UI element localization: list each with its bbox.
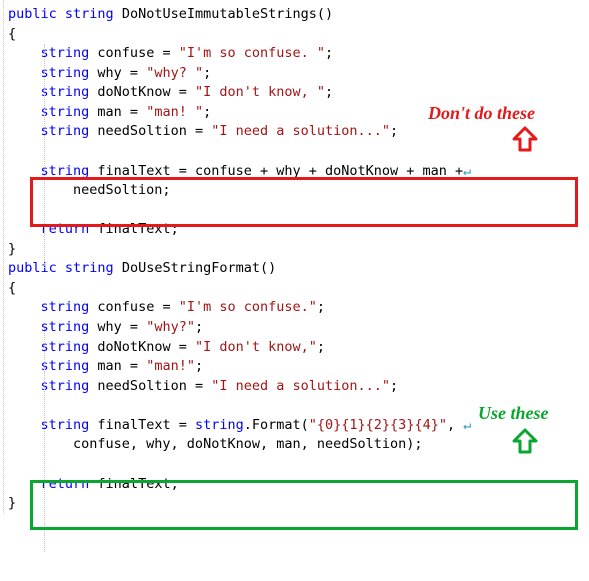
highlight-box-dont: [30, 177, 578, 227]
code-text: ;: [325, 84, 333, 100]
brace-close: }: [8, 495, 16, 511]
wrap-glyph: ↵: [463, 417, 471, 433]
keyword-string: string: [41, 45, 90, 61]
keyword-string: string: [41, 104, 90, 120]
string-literal: "man! ": [146, 104, 203, 120]
keyword-string: string: [41, 378, 90, 394]
keyword-string: string: [41, 339, 90, 355]
string-literal: "why? ": [146, 65, 203, 81]
method-name: DoUseStringFormat(): [114, 260, 277, 276]
string-literal: "I don't know, ": [195, 84, 325, 100]
keyword-string: string: [41, 358, 90, 374]
code-text: ;: [203, 104, 211, 120]
keyword-string: string: [41, 65, 90, 81]
code-text: ;: [390, 123, 398, 139]
string-literal: "I don't know,": [195, 339, 317, 355]
keyword-string: string: [41, 84, 90, 100]
editor-gutter: [0, 0, 4, 514]
code-block: public string DoNotUseImmutableStrings()…: [0, 5, 589, 514]
code-text: ;: [390, 378, 398, 394]
code-text: ;: [195, 319, 203, 335]
code-text: needSoltion =: [89, 378, 211, 394]
code-text: needSoltion =: [89, 123, 211, 139]
code-text: man =: [89, 104, 146, 120]
keyword-public: public: [8, 260, 57, 276]
string-literal: "man!": [146, 358, 195, 374]
code-text: confuse =: [89, 45, 178, 61]
code-text: doNotKnow =: [89, 84, 195, 100]
string-literal: "I need a solution...": [211, 378, 390, 394]
keyword-string: string: [65, 260, 114, 276]
method-name: DoNotUseImmutableStrings(): [114, 6, 333, 22]
code-text: ;: [317, 339, 325, 355]
string-literal: "why?": [146, 319, 195, 335]
indent-guide-1: [44, 44, 45, 268]
code-text: ,: [447, 417, 463, 433]
code-text: why =: [89, 319, 146, 335]
brace-open: {: [8, 26, 16, 42]
code-text: doNotKnow =: [89, 339, 195, 355]
code-text: ;: [325, 45, 333, 61]
keyword-string: string: [195, 417, 244, 433]
code-text: .Format(: [244, 417, 309, 433]
keyword-string: string: [41, 319, 90, 335]
code-text: why =: [89, 65, 146, 81]
string-literal: "I'm so confuse.": [179, 299, 317, 315]
annotation-use: Use these: [478, 400, 549, 426]
arrow-up-red-icon: [510, 125, 540, 153]
code-text: man =: [89, 358, 146, 374]
brace-open: {: [8, 280, 16, 296]
code-text: ;: [195, 358, 203, 374]
string-literal: "{0}{1}{2}{3}{4}": [309, 417, 447, 433]
keyword-string: string: [65, 6, 114, 22]
code-text: confuse, why, doNotKnow, man, needSoltio…: [8, 436, 423, 452]
code-text: confuse =: [89, 299, 178, 315]
highlight-box-use: [30, 480, 578, 530]
code-text: finalText =: [89, 417, 195, 433]
keyword-string: string: [41, 417, 90, 433]
brace-close: }: [8, 241, 16, 257]
keyword-public: public: [8, 6, 57, 22]
arrow-up-green-icon: [510, 427, 540, 455]
annotation-dont: Don't do these: [428, 100, 535, 126]
string-literal: "I need a solution...": [211, 123, 390, 139]
code-text: ;: [317, 299, 325, 315]
string-literal: "I'm so confuse. ": [179, 45, 325, 61]
code-text: ;: [203, 65, 211, 81]
keyword-string: string: [41, 299, 90, 315]
keyword-string: string: [41, 123, 90, 139]
